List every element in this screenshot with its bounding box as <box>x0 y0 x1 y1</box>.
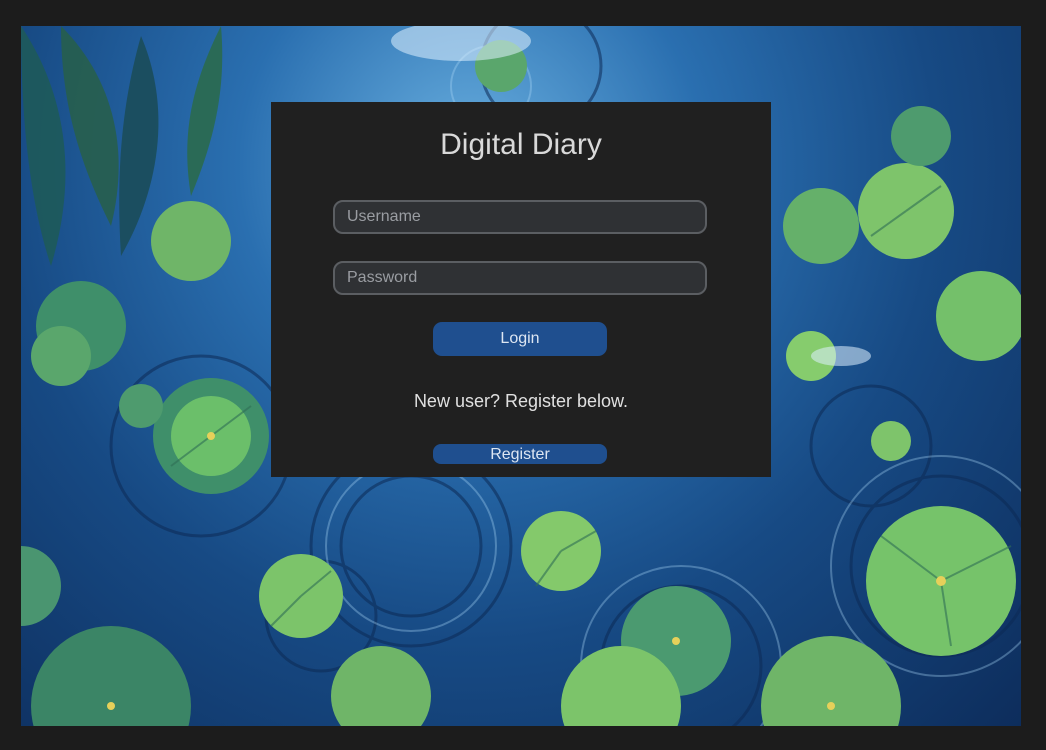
login-button[interactable]: Login <box>433 322 607 356</box>
username-input[interactable] <box>333 200 707 234</box>
register-button[interactable]: Register <box>433 444 607 464</box>
password-input[interactable] <box>333 261 707 295</box>
register-prompt-text: New user? Register below. <box>413 391 629 411</box>
page-title: Digital Diary <box>440 128 602 161</box>
login-panel: Digital Diary Login New user? Register b… <box>271 102 771 477</box>
window-frame: Digital Diary Login New user? Register b… <box>0 0 1046 750</box>
